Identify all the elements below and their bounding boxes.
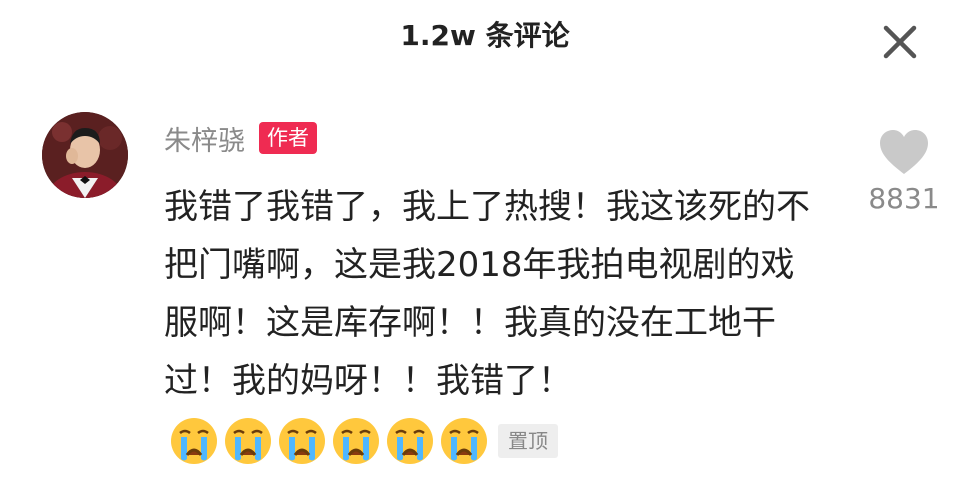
heart-icon [880, 130, 928, 174]
like-button[interactable]: 8831 [862, 128, 946, 215]
author-row: 朱梓骁 作者 [164, 118, 317, 158]
crying-emoji-icon [222, 415, 274, 467]
author-badge: 作者 [259, 122, 317, 154]
crying-emoji-icon [330, 415, 382, 467]
crying-emoji-icon [276, 415, 328, 467]
emoji-row [168, 415, 490, 467]
author-name[interactable]: 朱梓骁 [164, 119, 245, 158]
crying-emoji-icon [438, 415, 490, 467]
comment-text: 我错了我错了，我上了热搜！我这该死的不把门嘴啊，这是我2018年我拍电视剧的戏服… [164, 187, 810, 401]
crying-emoji-icon [168, 415, 220, 467]
comment-body: 我错了我错了，我上了热搜！我这该死的不把门嘴啊，这是我2018年我拍电视剧的戏服… [164, 178, 824, 468]
close-icon [883, 25, 917, 59]
crying-emoji-icon [384, 415, 436, 467]
comments-header-title: 1.2w 条评论 [400, 19, 570, 52]
like-count: 8831 [868, 182, 940, 215]
author-avatar[interactable] [42, 112, 128, 198]
pinned-badge: 置顶 [498, 423, 558, 458]
close-button[interactable] [878, 20, 922, 64]
